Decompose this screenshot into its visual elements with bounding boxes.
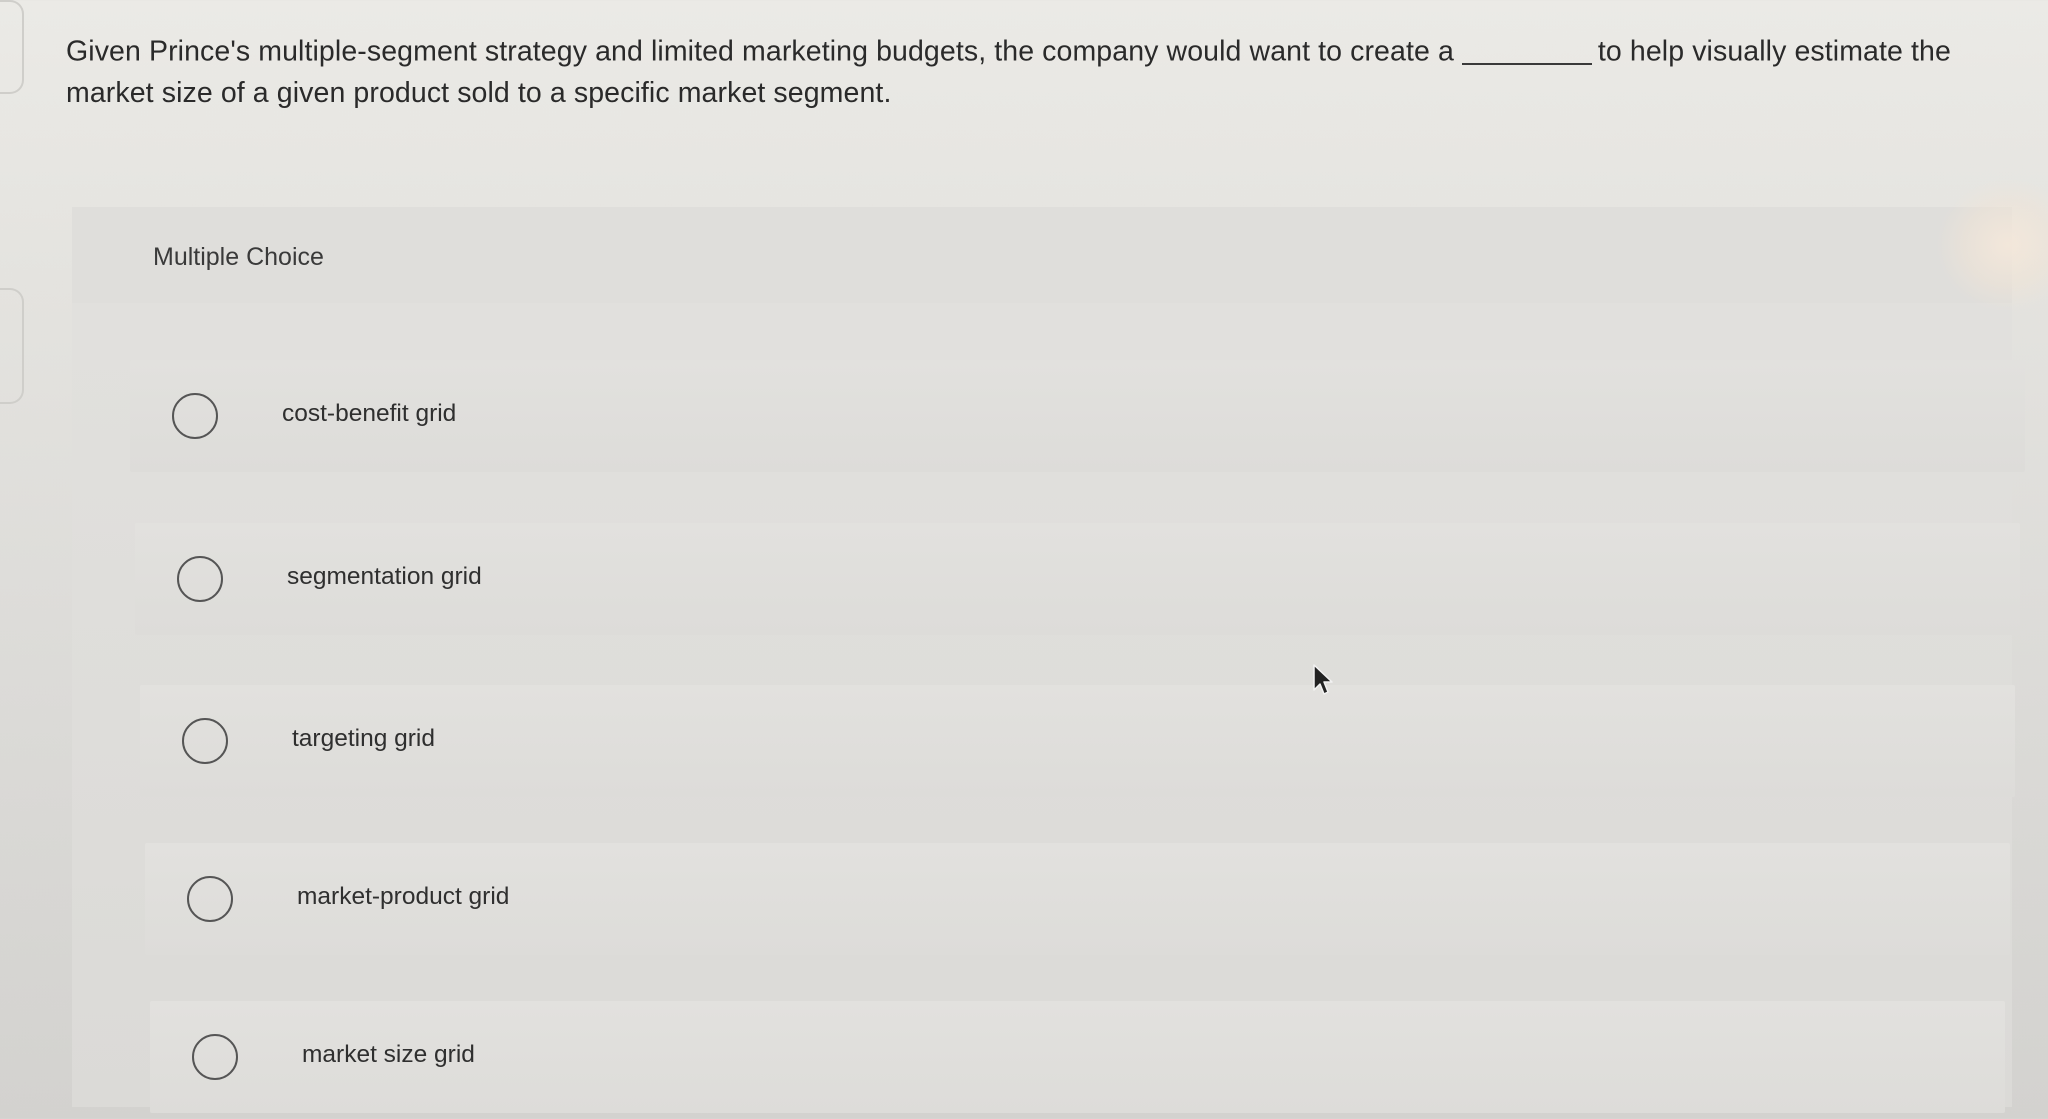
choice-option-market-product-grid[interactable]: market-product grid — [145, 843, 2010, 955]
multiple-choice-header: Multiple Choice — [72, 207, 2012, 303]
radio-button[interactable] — [187, 876, 233, 922]
screen-glare — [1938, 180, 2048, 310]
radio-button[interactable] — [192, 1034, 238, 1080]
answer-blank — [1461, 34, 1592, 65]
radio-button[interactable] — [182, 718, 228, 764]
choice-label: cost-benefit grid — [282, 400, 457, 427]
choice-option-targeting-grid[interactable]: targeting grid — [140, 685, 2015, 797]
choice-option-market-size-grid[interactable]: market size grid — [150, 1001, 2005, 1113]
radio-button[interactable] — [172, 393, 218, 439]
question-text: Given Prince's multiple-segment strategy… — [66, 30, 2026, 114]
mouse-cursor-icon — [1313, 664, 1333, 695]
multiple-choice-title: Multiple Choice — [153, 243, 324, 271]
choice-label: market-product grid — [297, 883, 510, 910]
choice-label: segmentation grid — [287, 563, 482, 590]
choice-label: targeting grid — [292, 725, 436, 752]
choice-label: market size grid — [302, 1041, 475, 1068]
radio-button[interactable] — [177, 556, 223, 602]
question-text-before-blank: Given Prince's multiple-segment strategy… — [66, 35, 1454, 68]
multiple-choice-panel: Multiple Choice cost-benefit grid segmen… — [72, 207, 2025, 1113]
choice-option-segmentation-grid[interactable]: segmentation grid — [135, 523, 2020, 635]
page-edge-decoration-lower — [0, 288, 24, 404]
choice-option-cost-benefit-grid[interactable]: cost-benefit grid — [130, 360, 2025, 472]
page-edge-decoration — [0, 0, 24, 94]
